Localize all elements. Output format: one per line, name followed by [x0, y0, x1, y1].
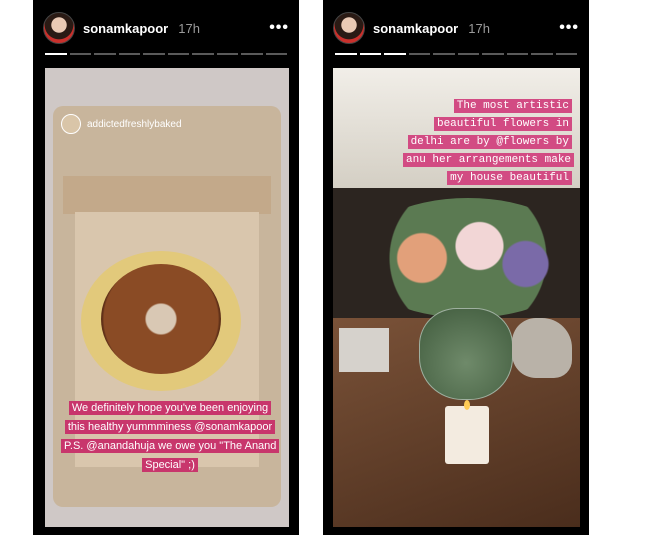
caption-text: The most artistic beautiful flowers in d… — [403, 99, 575, 185]
progress-segment — [359, 53, 381, 55]
progress-segment — [335, 53, 357, 55]
story-right[interactable]: sonamkapoor 17h ••• ‹ The most artistic … — [323, 0, 589, 535]
story-progress-bar — [335, 53, 577, 55]
more-options-icon[interactable]: ••• — [269, 19, 289, 37]
progress-segment — [192, 53, 214, 55]
username[interactable]: sonamkapoor — [373, 21, 458, 36]
progress-segment — [384, 53, 406, 55]
progress-segment — [241, 53, 263, 55]
progress-segment — [143, 53, 165, 55]
timestamp: 17h — [468, 20, 490, 36]
story-header: sonamkapoor 17h ••• — [333, 10, 579, 46]
progress-segment — [94, 53, 116, 55]
progress-segment — [45, 53, 67, 55]
progress-segment — [216, 53, 238, 55]
flower-bouquet — [353, 198, 583, 318]
story-caption: The most artistic beautiful flowers in d… — [403, 96, 575, 186]
caption-text: We definitely hope you've been enjoying … — [61, 401, 280, 472]
progress-segment — [265, 53, 287, 55]
progress-segment — [69, 53, 91, 55]
story-image[interactable]: addictedfreshlybaked We definitely hope … — [45, 68, 289, 527]
timestamp: 17h — [178, 20, 200, 36]
story-progress-bar — [45, 53, 287, 55]
avatar[interactable] — [43, 12, 75, 44]
candle-flame — [464, 400, 470, 410]
repost-avatar[interactable] — [61, 114, 81, 134]
story-caption: We definitely hope you've been enjoying … — [61, 398, 280, 474]
glass-vase — [419, 308, 513, 400]
progress-segment — [531, 53, 553, 55]
candle — [445, 406, 489, 464]
elephant-ornament — [512, 318, 572, 378]
progress-segment — [482, 53, 504, 55]
bundt-cake — [101, 264, 221, 374]
repost-username[interactable]: addictedfreshlybaked — [87, 119, 182, 130]
repost-header: addictedfreshlybaked — [61, 114, 182, 134]
story-image[interactable]: The most artistic beautiful flowers in d… — [333, 68, 583, 527]
progress-segment — [457, 53, 479, 55]
progress-segment — [433, 53, 455, 55]
story-header: sonamkapoor 17h ••• — [43, 10, 289, 46]
story-left[interactable]: sonamkapoor 17h ••• addictedfreshlybaked… — [33, 0, 299, 535]
avatar[interactable] — [333, 12, 365, 44]
progress-segment — [506, 53, 528, 55]
cake-box-flap — [63, 176, 271, 214]
progress-segment — [167, 53, 189, 55]
progress-segment — [555, 53, 577, 55]
progress-segment — [408, 53, 430, 55]
more-options-icon[interactable]: ••• — [559, 19, 579, 37]
username[interactable]: sonamkapoor — [83, 21, 168, 36]
progress-segment — [118, 53, 140, 55]
tray — [339, 328, 389, 372]
